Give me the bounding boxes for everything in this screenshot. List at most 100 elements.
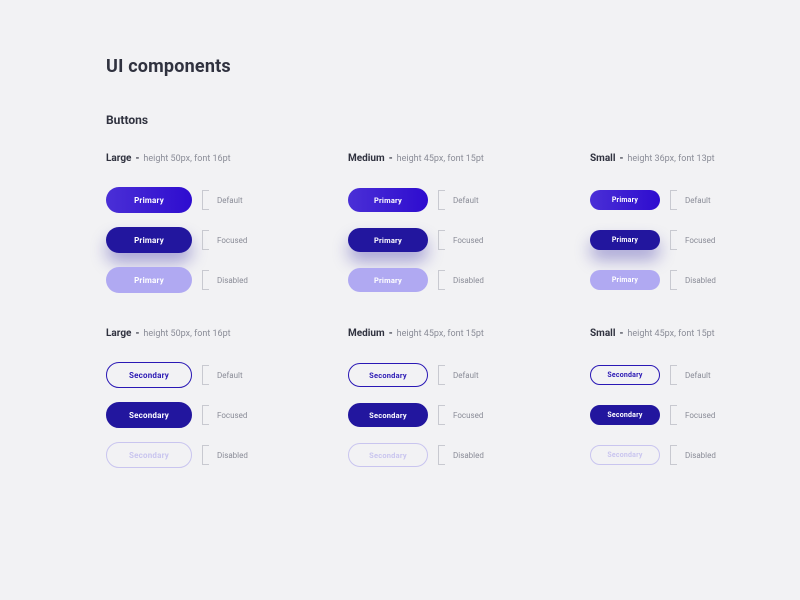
primary-small-col: Small - height 36px, font 13pt Primary D…	[590, 153, 770, 300]
secondary-large-focused-button[interactable]: Secondary	[106, 402, 192, 428]
size-dash: -	[389, 153, 393, 164]
size-header-large-secondary: Large - height 50px, font 16pt	[106, 328, 286, 339]
state-label: Default	[453, 371, 479, 380]
size-spec: height 45px, font 15pt	[397, 329, 484, 339]
primary-grid: Large - height 50px, font 16pt Primary D…	[106, 153, 800, 300]
state-label: Focused	[453, 236, 483, 245]
bracket-icon	[202, 230, 209, 250]
state-indicator: Focused	[202, 405, 247, 425]
state-indicator: Default	[438, 365, 479, 385]
secondary-small-col: Small - height 45px, font 15pt Secondary…	[590, 328, 770, 475]
primary-medium-col: Medium - height 45px, font 15pt Primary …	[348, 153, 528, 300]
secondary-small-focused-button[interactable]: Secondary	[590, 405, 660, 425]
state-label: Disabled	[217, 276, 248, 285]
size-name: Small	[590, 153, 615, 164]
state-label: Default	[453, 196, 479, 205]
bracket-icon	[670, 405, 677, 425]
state-indicator: Default	[438, 190, 479, 210]
state-label: Default	[217, 371, 243, 380]
size-name: Large	[106, 153, 131, 164]
state-indicator: Disabled	[202, 445, 248, 465]
secondary-medium-focused-button[interactable]: Secondary	[348, 403, 428, 427]
state-label: Disabled	[685, 276, 716, 285]
secondary-large-default-button[interactable]: Secondary	[106, 362, 192, 388]
bracket-icon	[438, 190, 445, 210]
state-label: Focused	[453, 411, 483, 420]
primary-small-focused-button[interactable]: Primary	[590, 230, 660, 250]
state-label: Default	[685, 371, 711, 380]
primary-medium-focused-button[interactable]: Primary	[348, 228, 428, 252]
state-indicator: Default	[202, 365, 243, 385]
primary-large-col: Large - height 50px, font 16pt Primary D…	[106, 153, 286, 300]
state-indicator: Focused	[438, 230, 483, 250]
size-name: Medium	[348, 328, 385, 339]
bracket-icon	[670, 445, 677, 465]
size-name: Large	[106, 328, 131, 339]
state-indicator: Focused	[670, 230, 715, 250]
state-indicator: Disabled	[670, 445, 716, 465]
page-title: UI components	[106, 56, 800, 77]
state-indicator: Default	[670, 365, 711, 385]
state-label: Focused	[217, 236, 247, 245]
secondary-large-disabled-button: Secondary	[106, 442, 192, 468]
bracket-icon	[202, 365, 209, 385]
bracket-icon	[438, 230, 445, 250]
secondary-large-col: Large - height 50px, font 16pt Secondary…	[106, 328, 286, 475]
size-dash: -	[389, 328, 393, 339]
size-name: Small	[590, 328, 615, 339]
bracket-icon	[202, 270, 209, 290]
size-header-medium-secondary: Medium - height 45px, font 15pt	[348, 328, 528, 339]
bracket-icon	[438, 270, 445, 290]
size-dash: -	[619, 328, 623, 339]
secondary-small-disabled-button: Secondary	[590, 445, 660, 465]
bracket-icon	[670, 365, 677, 385]
size-dash: -	[619, 153, 623, 164]
state-label: Focused	[685, 411, 715, 420]
state-label: Default	[685, 196, 711, 205]
state-indicator: Default	[670, 190, 711, 210]
primary-large-disabled-button: Primary	[106, 267, 192, 293]
primary-medium-default-button[interactable]: Primary	[348, 188, 428, 212]
size-spec: height 45px, font 15pt	[397, 154, 484, 164]
secondary-small-default-button[interactable]: Secondary	[590, 365, 660, 385]
size-header-large-primary: Large - height 50px, font 16pt	[106, 153, 286, 164]
secondary-grid: Large - height 50px, font 16pt Secondary…	[106, 328, 800, 475]
bracket-icon	[670, 190, 677, 210]
size-header-small-secondary: Small - height 45px, font 15pt	[590, 328, 770, 339]
bracket-icon	[202, 405, 209, 425]
size-header-small-primary: Small - height 36px, font 13pt	[590, 153, 770, 164]
secondary-medium-default-button[interactable]: Secondary	[348, 363, 428, 387]
bracket-icon	[438, 365, 445, 385]
state-label: Disabled	[453, 451, 484, 460]
state-indicator: Focused	[670, 405, 715, 425]
primary-small-default-button[interactable]: Primary	[590, 190, 660, 210]
size-spec: height 45px, font 15pt	[627, 329, 714, 339]
state-indicator: Focused	[438, 405, 483, 425]
state-indicator: Disabled	[670, 270, 716, 290]
state-indicator: Default	[202, 190, 243, 210]
state-indicator: Disabled	[438, 445, 484, 465]
size-header-medium-primary: Medium - height 45px, font 15pt	[348, 153, 528, 164]
state-label: Default	[217, 196, 243, 205]
size-spec: height 36px, font 13pt	[627, 154, 714, 164]
size-dash: -	[135, 153, 139, 164]
bracket-icon	[670, 270, 677, 290]
state-label: Focused	[217, 411, 247, 420]
size-spec: height 50px, font 16pt	[143, 329, 230, 339]
state-indicator: Focused	[202, 230, 247, 250]
size-spec: height 50px, font 16pt	[143, 154, 230, 164]
state-label: Disabled	[453, 276, 484, 285]
bracket-icon	[438, 445, 445, 465]
size-name: Medium	[348, 153, 385, 164]
bracket-icon	[438, 405, 445, 425]
primary-large-focused-button[interactable]: Primary	[106, 227, 192, 253]
bracket-icon	[202, 190, 209, 210]
size-dash: -	[135, 328, 139, 339]
state-label: Disabled	[217, 451, 248, 460]
primary-large-default-button[interactable]: Primary	[106, 187, 192, 213]
secondary-medium-disabled-button: Secondary	[348, 443, 428, 467]
state-indicator: Disabled	[438, 270, 484, 290]
state-indicator: Disabled	[202, 270, 248, 290]
state-label: Disabled	[685, 451, 716, 460]
secondary-medium-col: Medium - height 45px, font 15pt Secondar…	[348, 328, 528, 475]
